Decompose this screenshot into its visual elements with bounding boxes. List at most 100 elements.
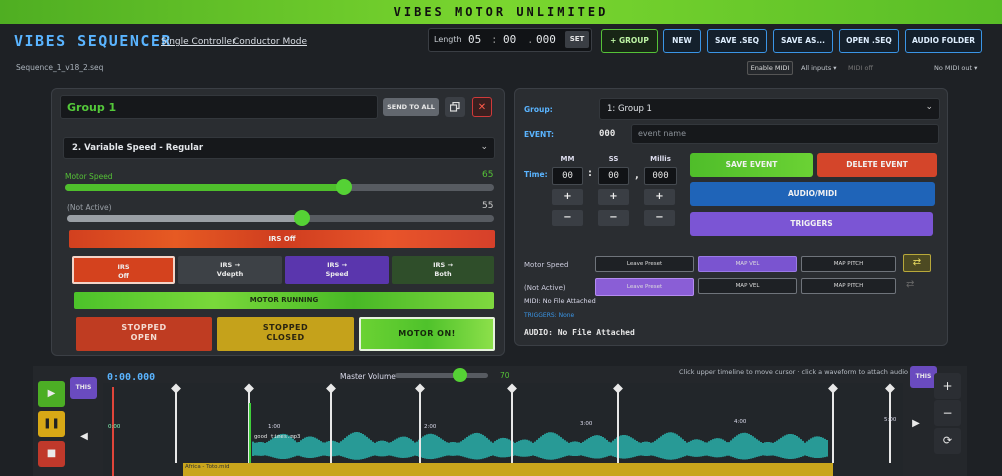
save-seq-button[interactable]: SAVE .SEQ: [707, 29, 767, 53]
event-marker-handle[interactable]: [507, 383, 517, 394]
master-volume-slider[interactable]: [395, 368, 488, 382]
group-name-field[interactable]: Group 1: [60, 95, 378, 119]
duplicate-group-button[interactable]: [445, 97, 465, 117]
play-button[interactable]: ▶: [38, 381, 65, 407]
irs-off-button[interactable]: IRS Off: [72, 256, 175, 284]
swap-icon[interactable]: ⇄: [903, 254, 931, 272]
save-as-button[interactable]: SAVE AS...: [773, 29, 833, 53]
send-to-all-button[interactable]: SEND TO ALL: [383, 98, 439, 116]
tick-label-0: 0:00: [108, 424, 121, 430]
event-marker-handle[interactable]: [828, 383, 838, 394]
motor-running-bar: MOTOR RUNNING: [74, 292, 494, 309]
stopped-open-button[interactable]: STOPPED OPEN: [76, 317, 212, 351]
irs-vdepth-button[interactable]: IRS → Vdepth: [178, 256, 282, 284]
conductor-mode-link[interactable]: Conductor Mode: [233, 37, 307, 47]
reset-zoom-button[interactable]: ⟳: [934, 428, 961, 454]
not-active-map-vel-button[interactable]: MAP VEL: [698, 278, 797, 294]
triggers-button[interactable]: TRIGGERS: [690, 212, 933, 236]
scroll-right-button[interactable]: ▶: [906, 411, 926, 437]
millis-minus-button[interactable]: −: [644, 210, 675, 226]
open-seq-button[interactable]: OPEN .SEQ: [839, 29, 899, 53]
timeline-track-area[interactable]: [103, 383, 903, 476]
not-active-value: 55: [482, 201, 494, 211]
event-name-input[interactable]: event name: [631, 124, 939, 144]
zoom-out-button[interactable]: −: [934, 400, 961, 426]
not-active-leave-preset-button[interactable]: Leave Preset: [595, 278, 694, 296]
pause-icon: ❚❚: [43, 418, 60, 429]
motor-speed-leave-preset-button[interactable]: Leave Preset: [595, 256, 694, 272]
motor-speed-map-pitch-button[interactable]: MAP PITCH: [801, 256, 896, 272]
mm-minus-button[interactable]: −: [552, 210, 583, 226]
event-marker-handle[interactable]: [415, 383, 425, 394]
midi-off-status: MIDI off: [848, 64, 873, 72]
this-button-left[interactable]: THIS: [70, 377, 97, 399]
irs-status-bar: IRS Off: [69, 230, 495, 248]
group-panel: [51, 88, 505, 356]
mode-select[interactable]: 2. Variable Speed - Regular ⌄: [63, 137, 495, 159]
not-active-slider[interactable]: [67, 210, 494, 226]
stop-button[interactable]: ■: [38, 441, 65, 467]
add-group-button[interactable]: + GROUP: [601, 29, 658, 53]
irs-both-button[interactable]: IRS → Both: [392, 256, 494, 284]
time-ss-input[interactable]: 00: [598, 167, 629, 185]
set-length-button[interactable]: SET: [565, 31, 589, 48]
duplicate-icon: [449, 101, 460, 112]
event-motor-speed-label: Motor Speed: [524, 261, 569, 269]
length-colon: :: [491, 33, 498, 46]
midi-track-strip[interactable]: [183, 463, 833, 476]
ss-minus-button[interactable]: −: [598, 210, 629, 226]
master-volume-handle[interactable]: [453, 368, 468, 382]
midi-input-select[interactable]: All inputs ▾: [801, 64, 837, 72]
event-marker-handle[interactable]: [613, 383, 623, 394]
length-label: Length: [434, 35, 462, 44]
length-minutes[interactable]: 05: [468, 33, 481, 46]
not-active-map-pitch-button[interactable]: MAP PITCH: [801, 278, 896, 294]
waveform[interactable]: [103, 383, 903, 476]
millis-plus-button[interactable]: +: [644, 189, 675, 205]
irs-speed-button[interactable]: IRS → Speed: [285, 256, 389, 284]
plus-icon: +: [942, 379, 953, 393]
event-marker-handle[interactable]: [171, 383, 181, 394]
delete-event-button[interactable]: DELETE EVENT: [817, 153, 937, 177]
scroll-left-button[interactable]: ◀: [74, 424, 94, 450]
swap-icon[interactable]: ⇄: [906, 279, 914, 290]
audio-folder-button[interactable]: AUDIO FOLDER: [905, 29, 982, 53]
event-not-active-label: (Not Active): [524, 284, 566, 292]
new-button[interactable]: NEW: [663, 29, 701, 53]
audio-waveform[interactable]: [252, 432, 828, 460]
length-seconds[interactable]: 00: [503, 33, 516, 46]
single-controller-link[interactable]: Single Controller: [161, 37, 236, 47]
this-button-right[interactable]: THIS: [910, 366, 937, 388]
motor-speed-handle[interactable]: [335, 179, 352, 195]
not-active-label: (Not Active): [67, 203, 112, 212]
audio-midi-button[interactable]: AUDIO/MIDI: [690, 182, 935, 206]
event-marker-handle[interactable]: [244, 383, 254, 394]
chevron-right-icon: ▶: [912, 418, 920, 429]
time-millis-input[interactable]: 000: [644, 167, 677, 185]
event-group-select[interactable]: 1: Group 1 ⌄: [599, 98, 940, 120]
triggers-status: TRIGGERS: None: [524, 312, 575, 319]
chevron-left-icon: ◀: [80, 431, 88, 442]
event-marker-handle[interactable]: [885, 383, 895, 394]
enable-midi-button[interactable]: Enable MIDI: [747, 61, 793, 75]
time-mm-input[interactable]: 00: [552, 167, 583, 185]
midi-output-select[interactable]: No MIDI out ▾: [934, 64, 977, 72]
time-comma: ,: [635, 170, 639, 181]
ss-plus-button[interactable]: +: [598, 189, 629, 205]
motor-speed-slider[interactable]: [65, 179, 494, 195]
motor-speed-map-vel-button[interactable]: MAP VEL: [698, 256, 797, 272]
time-label: Time:: [524, 170, 548, 179]
event-marker-handle[interactable]: [326, 383, 336, 394]
length-millis[interactable]: 000: [536, 33, 556, 46]
zoom-in-button[interactable]: +: [934, 373, 961, 399]
delete-group-button[interactable]: ✕: [472, 97, 492, 117]
midi-status: MIDI: No File Attached: [524, 297, 596, 305]
tick-label-3: 3:00: [580, 421, 593, 427]
motor-on-button[interactable]: MOTOR ON!: [359, 317, 495, 351]
stopped-closed-button[interactable]: STOPPED CLOSED: [217, 317, 354, 351]
chevron-down-icon: ⌄: [480, 142, 488, 152]
pause-button[interactable]: ❚❚: [38, 411, 65, 437]
save-event-button[interactable]: SAVE EVENT: [690, 153, 813, 177]
not-active-handle[interactable]: [293, 210, 310, 226]
mm-plus-button[interactable]: +: [552, 189, 583, 205]
